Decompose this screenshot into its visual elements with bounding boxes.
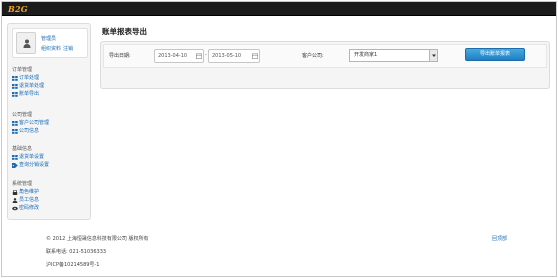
avatar [16,32,36,54]
sidebar-item-label: 退货单处理 [19,83,45,89]
grid-icon [12,128,18,134]
menu-group-company: 公司管理 客户公司管理 公司信息 [12,111,90,135]
page-title: 账单报表导出 [102,27,147,36]
sidebar-item-label: 退货单设置 [19,154,45,160]
profile-links: 组织资料 注销 [41,45,75,52]
client-company-select[interactable]: 开发商家1 [349,49,438,62]
logout-link[interactable]: 注销 [63,46,73,52]
sidebar-item-staff-info[interactable]: 员工信息 [12,196,90,204]
client-company-value: 开发商家1 [354,52,378,58]
icp-license: 沪ICP备10214589号-1 [46,262,100,268]
chevron-down-icon [432,54,436,57]
sidebar-item-label: 查询分销设置 [19,162,50,168]
client-company-label: 客户公司: [302,53,324,59]
date-to-value: 2013-05-10 [212,53,242,59]
export-form-panel: 导出日期: 2013-04-10 - 2013-05-10 客户公司: 开发商家… [100,41,550,89]
grid-icon [12,83,18,89]
brand-logo[interactable]: B2G [8,4,28,14]
contact-phone: 联系电话: 021-51036333 [46,249,107,255]
sidebar-item-company-info[interactable]: 公司信息 [12,127,90,135]
sidebar-item-label: 员工信息 [19,197,40,203]
sidebar-item-order-processing[interactable]: 订单处理 [12,74,90,82]
menu-group-title: 系统管理 [12,181,33,187]
menu-group-title: 订单管理 [12,67,33,73]
menu-group-system: 系统管理 角色维护 员工信息 密码修改 [12,180,90,212]
sidebar-item-label: 密码修改 [19,205,40,211]
sidebar-item-label: 账单导出 [19,91,40,97]
grid-icon [12,75,18,81]
eye-icon [12,206,18,210]
tag-icon [12,162,18,168]
export-bill-report-button[interactable]: 导出账单报表 [465,48,525,61]
date-from-input[interactable]: 2013-04-10 [154,49,204,63]
date-range-separator: - [205,52,207,58]
date-to-input[interactable]: 2013-05-10 [208,49,260,63]
main-content: 账单报表导出 导出日期: 2013-04-10 - 2013-05-10 客户公… [100,23,550,223]
sidebar: 管理员 组织资料 注销 订单管理 订单处理 退货单处理 账单导出 公司管理 客户公… [7,23,91,220]
calendar-icon[interactable] [252,53,258,59]
sidebar-item-role-maintenance[interactable]: 角色维护 [12,188,90,196]
sidebar-item-bill-export[interactable]: 账单导出 [12,90,90,98]
menu-group-title: 公司管理 [12,112,33,118]
sidebar-item-label: 客户公司管理 [19,120,50,126]
org-profile-link[interactable]: 组织资料 [41,46,61,52]
export-date-label: 导出日期: [109,53,131,59]
calendar-icon[interactable] [196,53,202,59]
date-from-value: 2013-04-10 [158,53,188,59]
sidebar-item-return-processing[interactable]: 退货单处理 [12,82,90,90]
menu-group-orders: 订单管理 订单处理 退货单处理 账单导出 [12,66,90,98]
top-navbar: B2G [2,2,556,16]
grid-icon [12,154,18,160]
user-icon [23,39,31,48]
profile-name[interactable]: 管理员 [41,35,56,42]
sidebar-item-label: 公司信息 [19,128,40,134]
export-form-row: 导出日期: 2013-04-10 - 2013-05-10 客户公司: 开发商家… [103,44,547,68]
grid-icon [12,120,18,126]
sidebar-item-client-company[interactable]: 客户公司管理 [12,119,90,127]
select-arrow[interactable] [429,50,437,61]
sidebar-item-distribution-settings[interactable]: 查询分销设置 [12,161,90,169]
menu-group-basic-info: 基础信息 退货单设置 查询分销设置 [12,145,90,169]
sidebar-item-label: 订单处理 [19,75,40,81]
lock-icon [12,189,18,195]
sidebar-item-change-password[interactable]: 密码修改 [12,204,90,212]
copyright-text: © 2012 上海恒晟信息科技有限公司 版权所有 [46,236,149,242]
sidebar-item-return-settings[interactable]: 退货单设置 [12,153,90,161]
sidebar-item-label: 角色维护 [19,189,40,195]
profile-card: 管理员 组织资料 注销 [12,28,88,58]
grid-icon [12,91,18,97]
menu-group-title: 基础信息 [12,146,33,152]
user-icon [12,197,18,203]
back-to-top-link[interactable]: 回顶部 [492,235,507,242]
